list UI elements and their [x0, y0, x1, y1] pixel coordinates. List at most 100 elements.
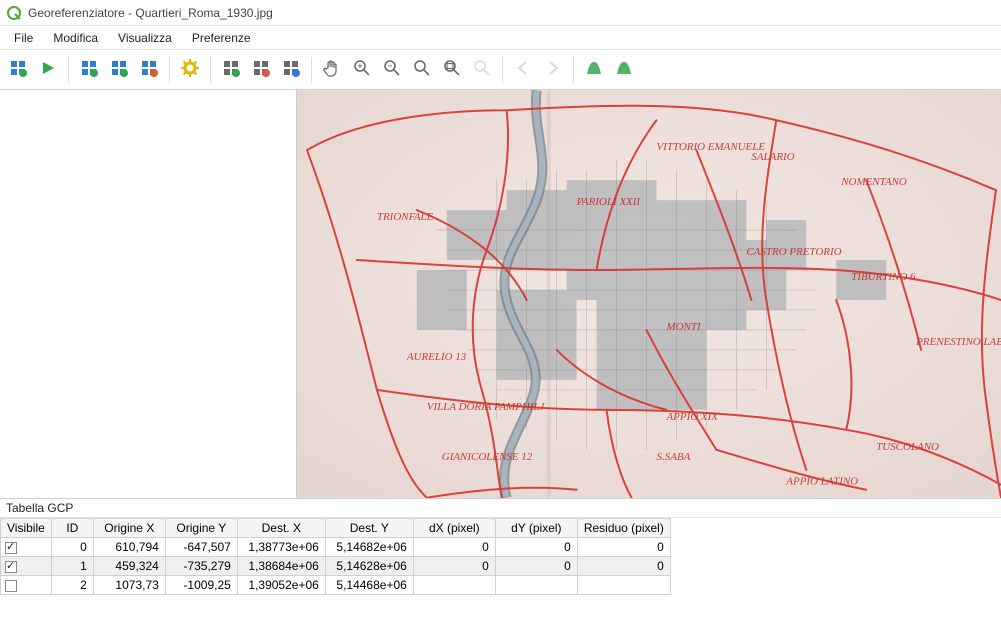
zoom-layer-button[interactable] — [408, 56, 436, 84]
open-raster-button[interactable] — [4, 56, 32, 84]
add-point-button[interactable] — [217, 56, 245, 84]
gcp-visibile-checkbox[interactable] — [5, 561, 17, 573]
map-district-label: TRIONFALE — [377, 211, 434, 223]
gcp-cell-dest-x[interactable]: 1,38773e+06 — [237, 538, 325, 557]
gcp-cell-residuo[interactable]: 0 — [577, 538, 670, 557]
toolbar-separator — [311, 57, 312, 83]
gcp-col-header[interactable]: dX (pixel) — [413, 519, 495, 538]
gcp-visibile-checkbox[interactable] — [5, 580, 17, 592]
gcp-table-row[interactable]: 0610,794-647,5071,38773e+065,14682e+0600… — [1, 538, 671, 557]
svg-text:−: − — [388, 62, 393, 71]
gcp-cell-visibile[interactable] — [1, 576, 52, 595]
gcp-cell-id[interactable]: 0 — [51, 538, 93, 557]
zoom-out-button[interactable]: − — [378, 56, 406, 84]
qgis-app-icon — [6, 5, 22, 21]
start-georef-icon — [39, 59, 57, 80]
map-district-label: SALARIO — [751, 151, 794, 163]
gcp-cell-origine-y[interactable]: -647,507 — [165, 538, 237, 557]
gcp-visibile-checkbox[interactable] — [5, 542, 17, 554]
settings-button[interactable] — [176, 56, 204, 84]
delete-point-button[interactable] — [247, 56, 275, 84]
histogram-full-button[interactable] — [610, 56, 638, 84]
load-gcp-button[interactable] — [105, 56, 133, 84]
gcp-cell-dy-pixel[interactable]: 0 — [495, 557, 577, 576]
zoom-full-button[interactable] — [438, 56, 466, 84]
gcp-cell-dest-y[interactable]: 5,14628e+06 — [325, 557, 413, 576]
pan-icon — [323, 59, 341, 80]
map-district-label: APPIO XIX — [665, 411, 719, 423]
toolbar: +− — [0, 50, 1001, 90]
toolbar-separator — [169, 57, 170, 83]
pan-button[interactable] — [318, 56, 346, 84]
gcp-col-header[interactable]: Dest. Y — [325, 519, 413, 538]
move-point-button[interactable] — [277, 56, 305, 84]
gcp-cell-id[interactable]: 2 — [51, 576, 93, 595]
menu-file[interactable]: File — [4, 28, 43, 48]
gcp-cell-origine-x[interactable]: 459,324 — [93, 557, 165, 576]
gcp-col-header[interactable]: Origine X — [93, 519, 165, 538]
export-gcp-icon — [140, 59, 158, 80]
gcp-col-header[interactable]: Origine Y — [165, 519, 237, 538]
gcp-cell-dest-y[interactable]: 5,14468e+06 — [325, 576, 413, 595]
gcp-panel: Tabella GCP VisibileIDOrigine XOrigine Y… — [0, 498, 1001, 595]
gcp-col-header[interactable]: dY (pixel) — [495, 519, 577, 538]
map-district-label: MONTI — [665, 321, 701, 333]
gcp-cell-dest-y[interactable]: 5,14682e+06 — [325, 538, 413, 557]
menu-visualizza[interactable]: Visualizza — [108, 28, 182, 48]
toolbar-separator — [210, 57, 211, 83]
prev-extent-icon — [514, 59, 532, 80]
gcp-cell-residuo[interactable]: 0 — [577, 557, 670, 576]
gcp-cell-visibile[interactable] — [1, 538, 52, 557]
gcp-cell-origine-x[interactable]: 1073,73 — [93, 576, 165, 595]
gcp-cell-origine-y[interactable]: -735,279 — [165, 557, 237, 576]
canvas-wrap: VITTORIO EMANUELESALARIONOMENTANOPARIOLI… — [0, 90, 1001, 498]
gcp-cell-origine-x[interactable]: 610,794 — [93, 538, 165, 557]
gcp-table-row[interactable]: 21073,73-1009,251,39052e+065,14468e+06 — [1, 576, 671, 595]
menu-modifica[interactable]: Modifica — [43, 28, 108, 48]
gcp-cell-dy-pixel[interactable] — [495, 576, 577, 595]
gcp-table-row[interactable]: 1459,324-735,2791,38684e+065,14628e+0600… — [1, 557, 671, 576]
prev-extent-button — [509, 56, 537, 84]
map-district-label: GIANICOLENSE 12 — [442, 451, 533, 463]
zoom-in-icon: + — [353, 59, 371, 80]
save-gcp-icon — [80, 59, 98, 80]
gcp-panel-title: Tabella GCP — [0, 499, 1001, 518]
zoom-full-icon — [443, 59, 461, 80]
zoom-native-button — [468, 56, 496, 84]
map-district-label: TIBURTINO 6 — [851, 271, 916, 283]
gcp-cell-origine-y[interactable]: -1009,25 — [165, 576, 237, 595]
next-extent-icon — [544, 59, 562, 80]
gcp-cell-dx-pixel[interactable]: 0 — [413, 557, 495, 576]
start-georef-button[interactable] — [34, 56, 62, 84]
gcp-cell-dest-x[interactable]: 1,39052e+06 — [237, 576, 325, 595]
histogram-local-button[interactable] — [580, 56, 608, 84]
zoom-native-icon — [473, 59, 491, 80]
map-district-label: S.SABA — [656, 451, 690, 463]
zoom-in-button[interactable]: + — [348, 56, 376, 84]
next-extent-button — [539, 56, 567, 84]
gcp-col-header[interactable]: Dest. X — [237, 519, 325, 538]
toolbar-separator — [68, 57, 69, 83]
save-gcp-button[interactable] — [75, 56, 103, 84]
gcp-cell-visibile[interactable] — [1, 557, 52, 576]
gcp-col-header[interactable]: ID — [51, 519, 93, 538]
add-point-icon — [222, 59, 240, 80]
gcp-cell-dx-pixel[interactable] — [413, 576, 495, 595]
export-gcp-button[interactable] — [135, 56, 163, 84]
toolbar-separator — [573, 57, 574, 83]
gcp-col-header[interactable]: Visibile — [1, 519, 52, 538]
menu-preferenze[interactable]: Preferenze — [182, 28, 261, 48]
settings-icon — [181, 59, 199, 80]
gcp-cell-residuo[interactable] — [577, 576, 670, 595]
gcp-cell-dy-pixel[interactable]: 0 — [495, 538, 577, 557]
map-canvas[interactable]: VITTORIO EMANUELESALARIONOMENTANOPARIOLI… — [296, 90, 1001, 498]
map-district-label: PARIOLI XXII — [576, 196, 642, 208]
gcp-cell-dx-pixel[interactable]: 0 — [413, 538, 495, 557]
gcp-cell-id[interactable]: 1 — [51, 557, 93, 576]
gcp-table[interactable]: VisibileIDOrigine XOrigine YDest. XDest.… — [0, 518, 671, 595]
gcp-cell-dest-x[interactable]: 1,38684e+06 — [237, 557, 325, 576]
menubar: File Modifica Visualizza Preferenze — [0, 26, 1001, 50]
zoom-out-icon: − — [383, 59, 401, 80]
window-title: Georeferenziatore - Quartieri_Roma_1930.… — [28, 6, 273, 20]
gcp-col-header[interactable]: Residuo (pixel) — [577, 519, 670, 538]
